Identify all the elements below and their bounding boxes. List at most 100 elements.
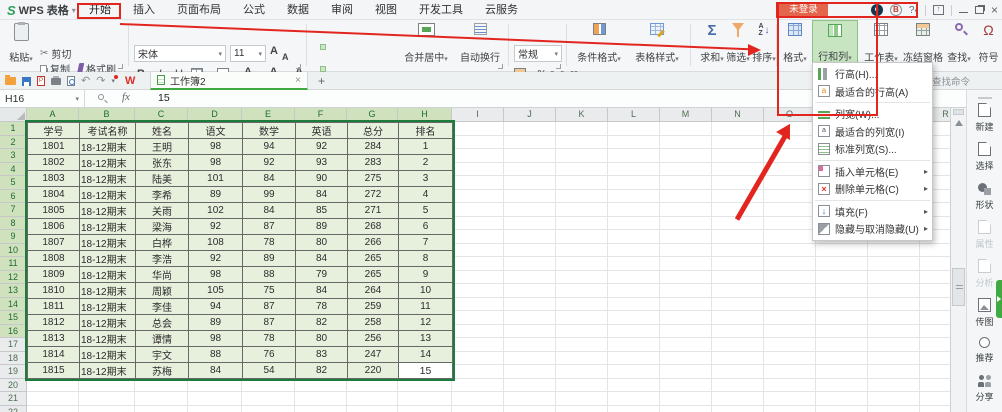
grid-cell[interactable] [556, 149, 608, 163]
grid-cell[interactable] [660, 176, 712, 190]
grid-cell[interactable] [504, 338, 556, 352]
grid-cell[interactable] [188, 379, 242, 393]
grid-cell[interactable] [556, 163, 608, 177]
data-cell[interactable]: 101 [189, 171, 243, 187]
grid-cell[interactable] [608, 136, 660, 150]
sidebar-item-选择[interactable]: 选择 [967, 142, 1002, 172]
grid-cell[interactable] [816, 392, 868, 406]
data-cell[interactable]: 陆美 [136, 171, 189, 187]
grid-cell[interactable] [712, 176, 764, 190]
grid-cell[interactable] [764, 284, 816, 298]
name-box[interactable]: H16▾ [0, 90, 85, 107]
grid-cell[interactable] [608, 203, 660, 217]
menu-tab-公式[interactable]: 公式 [232, 0, 276, 20]
grid-cell[interactable] [660, 136, 712, 150]
menu-item-W[interactable]: 列宽(W)... [813, 105, 932, 123]
grid-cell[interactable] [556, 217, 608, 231]
dialog-launcher-icon[interactable] [296, 64, 301, 69]
font-size-select[interactable]: 11▾ [230, 45, 266, 62]
data-cell[interactable]: 宇文 [136, 347, 189, 363]
grid-cell[interactable] [816, 406, 868, 412]
grid-cell[interactable] [868, 352, 920, 366]
grid-cell[interactable] [347, 392, 398, 406]
grid-cell[interactable] [764, 176, 816, 190]
grid-cell[interactable] [608, 406, 660, 412]
grid-cell[interactable] [660, 392, 712, 406]
column-header-J[interactable]: J [504, 108, 556, 122]
data-cell[interactable]: 83 [296, 347, 348, 363]
workbook-tab[interactable]: 工作簿2 × [150, 72, 308, 90]
cut-button[interactable]: ✂ 剪切 [40, 46, 116, 61]
data-cell[interactable]: 264 [348, 283, 399, 299]
grid-cell[interactable] [920, 338, 950, 352]
grid-cell[interactable] [920, 311, 950, 325]
header-cell[interactable]: 数学 [243, 123, 296, 139]
grid-cell[interactable] [556, 190, 608, 204]
font-name-select[interactable]: 宋体▾ [134, 45, 226, 62]
menu-tab-审阅[interactable]: 审阅 [320, 0, 364, 20]
grid-cell[interactable] [920, 352, 950, 366]
grid-cell[interactable] [868, 392, 920, 406]
data-cell[interactable]: 102 [189, 203, 243, 219]
data-cell[interactable]: 92 [243, 155, 296, 171]
data-cell[interactable]: 18-12期末 [80, 283, 136, 299]
grid-cell[interactable] [556, 203, 608, 217]
grid-cell[interactable] [712, 338, 764, 352]
data-cell[interactable]: 18-12期末 [80, 155, 136, 171]
column-header-G[interactable]: G [347, 108, 398, 122]
grid-cell[interactable] [868, 311, 920, 325]
grid-cell[interactable] [920, 257, 950, 271]
row-col-button[interactable]: 行和列▾ [812, 20, 858, 64]
data-cell[interactable]: 5 [399, 203, 453, 219]
grid-cell[interactable] [452, 311, 504, 325]
data-cell[interactable]: 18-12期末 [80, 299, 136, 315]
worksheet-button[interactable]: 工作表▾ [860, 20, 902, 64]
data-cell[interactable]: 88 [189, 347, 243, 363]
grid-cell[interactable] [816, 257, 868, 271]
dialog-launcher-icon[interactable] [498, 64, 503, 69]
grid-cell[interactable] [712, 136, 764, 150]
data-cell[interactable]: 87 [243, 219, 296, 235]
grid-cell[interactable] [816, 365, 868, 379]
grid-cell[interactable] [556, 122, 608, 136]
wps-writer-icon[interactable]: W [125, 75, 135, 87]
data-cell[interactable]: 84 [296, 283, 348, 299]
grid-cell[interactable] [556, 298, 608, 312]
column-header-L[interactable]: L [608, 108, 660, 122]
grid-cell[interactable] [504, 365, 556, 379]
grid-cell[interactable] [712, 271, 764, 285]
grid-cell[interactable] [556, 176, 608, 190]
grid-cell[interactable] [660, 203, 712, 217]
grid-cell[interactable] [764, 217, 816, 231]
data-cell[interactable]: 总会 [136, 315, 189, 331]
data-cell[interactable]: 98 [189, 331, 243, 347]
row-header-13[interactable]: 13 [0, 284, 27, 298]
grid-cell[interactable] [135, 379, 188, 393]
data-cell[interactable]: 259 [348, 299, 399, 315]
data-cell[interactable]: 王明 [136, 139, 189, 155]
data-cell[interactable]: 87 [243, 299, 296, 315]
grid-cell[interactable] [920, 298, 950, 312]
grid-cell[interactable] [712, 392, 764, 406]
grid-cell[interactable] [608, 338, 660, 352]
row-header-19[interactable]: 19 [0, 365, 27, 379]
row-header-22[interactable]: 22 [0, 406, 27, 412]
grid-cell[interactable] [504, 284, 556, 298]
grid-cell[interactable] [504, 136, 556, 150]
grid-cell[interactable] [452, 136, 504, 150]
data-cell[interactable]: 4 [399, 187, 453, 203]
grid-cell[interactable] [920, 365, 950, 379]
grid-cell[interactable] [504, 230, 556, 244]
grid-cell[interactable] [660, 244, 712, 258]
data-cell[interactable]: 7 [399, 235, 453, 251]
header-cell[interactable]: 排名 [399, 123, 453, 139]
grid-cell[interactable] [712, 122, 764, 136]
grid-cell[interactable] [556, 136, 608, 150]
data-cell[interactable]: 80 [296, 331, 348, 347]
grid-cell[interactable] [764, 122, 816, 136]
grid-cell[interactable] [920, 379, 950, 393]
grid-cell[interactable] [712, 284, 764, 298]
grid-cell[interactable] [816, 284, 868, 298]
split-handle[interactable] [953, 109, 964, 115]
row-header-20[interactable]: 20 [0, 379, 27, 393]
